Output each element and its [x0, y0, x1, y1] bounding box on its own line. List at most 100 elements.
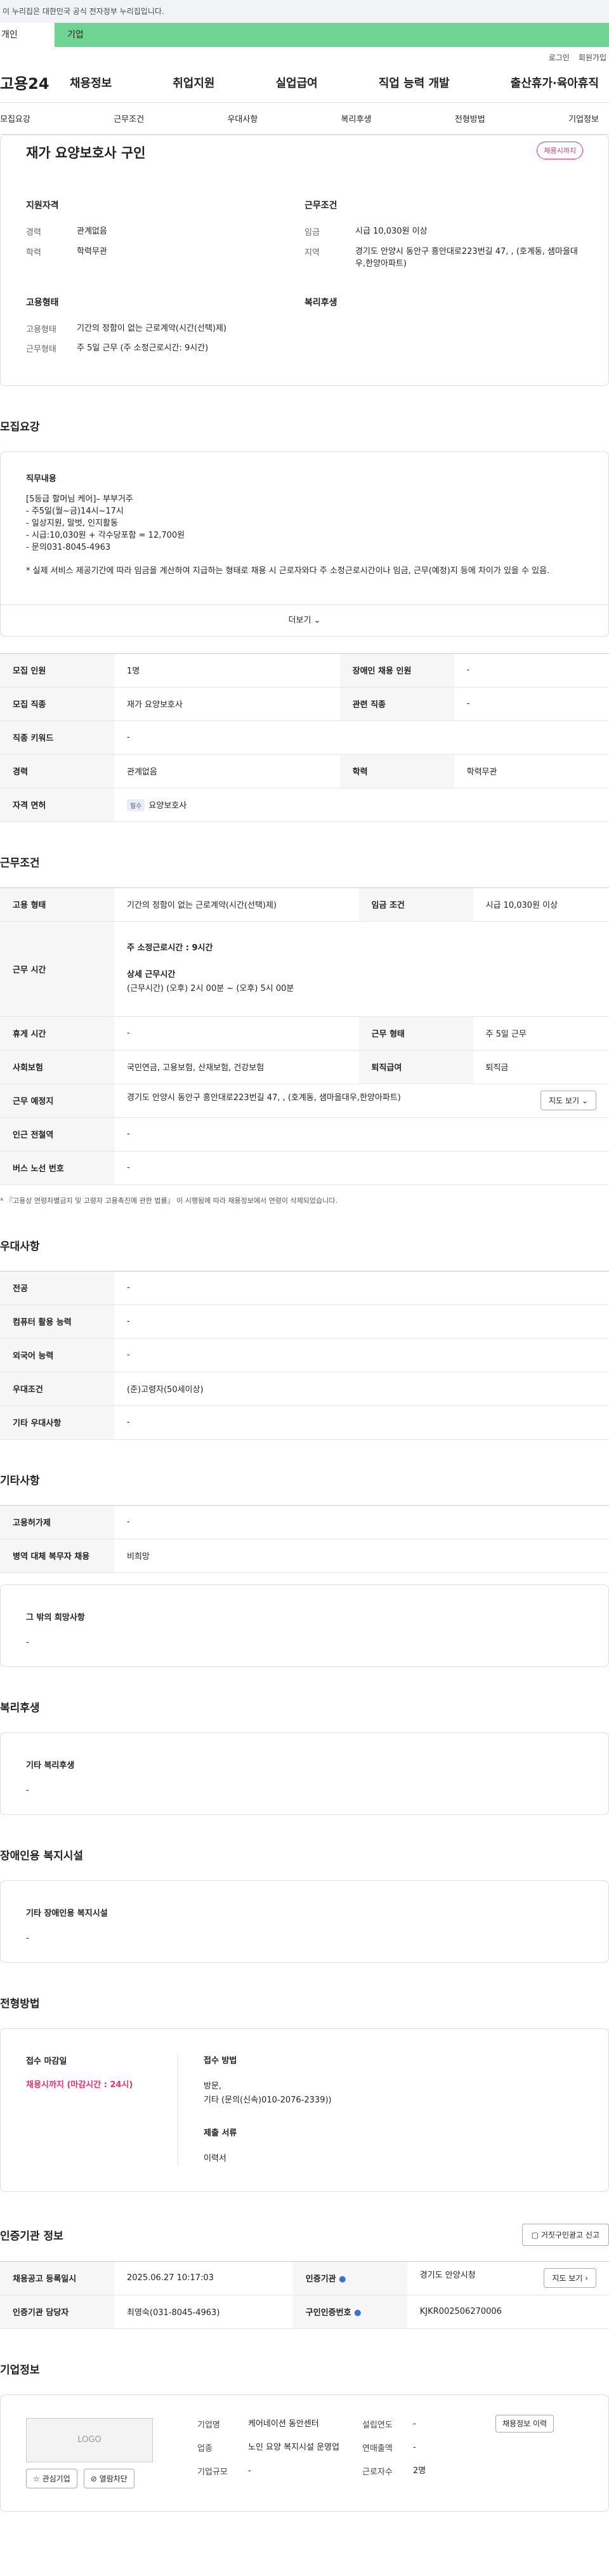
sales-label: 연매출액: [362, 2443, 393, 2453]
biz-label: 업종: [197, 2443, 213, 2453]
table-row: 버스 노선 번호 -: [0, 1151, 609, 1185]
table-row: 컴퓨터 활용 능력 -: [0, 1305, 609, 1339]
method-value: 기타 (문의(신속)010-2076-2339)): [204, 2095, 332, 2105]
table-cell: 사회보험: [0, 1050, 114, 1084]
license-value: 요양보호사: [148, 800, 187, 811]
info-icon[interactable]: ●: [339, 2274, 346, 2284]
anchor-welfare[interactable]: 복리후생: [341, 112, 372, 124]
selection-box: 접수 마감일 채용시까지 (마감시간 : 24시) 접수 방법 방문, 기타 (…: [0, 2028, 609, 2192]
agency-map-button[interactable]: 지도 보기 ›: [544, 2268, 596, 2288]
table-cell: 경기도 안양시청 지도 보기 ›: [407, 2261, 609, 2295]
biz-value: 노인 요양 복지시설 운영업: [248, 2442, 339, 2452]
table-cell: 우대조건: [0, 1372, 114, 1406]
method-heading: 접수 방법: [204, 2055, 237, 2066]
table-cell: 국민연금, 고용보험, 산재보험, 건강보험: [114, 1050, 359, 1084]
job-desc-line: - 일상지원, 말벗, 인지활동: [26, 519, 118, 529]
table-cell: 주 5일 근무: [473, 1016, 609, 1051]
table-row: 외국어 능력 -: [0, 1338, 609, 1372]
report-button-label: 거짓구인광고 신고: [540, 2230, 599, 2240]
disabled-title: 장애인용 복지시설: [0, 1849, 84, 1862]
login-link[interactable]: 로그인: [549, 52, 570, 62]
signup-link[interactable]: 회원가입: [579, 52, 606, 62]
anchor-conditions[interactable]: 근무조건: [114, 112, 144, 124]
block-icon: ⊘: [90, 2474, 97, 2483]
company-box: LOGO ☆ 관심기업 ⊘ 열람차단 기업명 케어네이션 동안센터 업종 노인 요양…: [0, 2394, 609, 2512]
table-cell: 기간의 정함이 없는 근로계약(시간(선택)제): [114, 887, 359, 922]
gnb-parental-leave[interactable]: 출산휴가·육아휴직: [511, 74, 599, 91]
company-logo: LOGO: [26, 2417, 153, 2462]
edu-label: 학력: [26, 248, 41, 258]
site-logo[interactable]: 고용24: [0, 71, 70, 93]
recruit-title: 모집요강: [0, 420, 40, 434]
favorite-label: 관심기업: [42, 2474, 70, 2483]
anchor-selection[interactable]: 전형방법: [455, 112, 485, 124]
other-wishes-heading: 그 밖의 희망사항: [26, 1612, 85, 1623]
chevron-down-icon: ⌄: [581, 1096, 588, 1105]
table-cell: 필수 요양보호사: [114, 788, 609, 822]
map-button-label: 지도 보기: [549, 1096, 580, 1105]
tab-company[interactable]: 기업: [55, 23, 609, 47]
tab-personal[interactable]: 개인: [0, 23, 55, 47]
table-cell: 재가 요양보호사: [114, 687, 340, 721]
map-button[interactable]: 지도 보기 ⌄: [540, 1091, 596, 1110]
job-title: 재가 요양보호사 구인: [26, 145, 146, 161]
more-label: 더보기: [288, 615, 311, 625]
block-label: 열람차단: [99, 2474, 128, 2483]
other-wishes-value: -: [26, 1637, 29, 1647]
status-badge: 채용시까지: [537, 142, 583, 159]
table-cell: -: [114, 1338, 609, 1372]
anchor-recruit[interactable]: 모집요강: [0, 112, 30, 124]
required-chip: 필수: [127, 799, 145, 811]
work-heading: 근무조건: [304, 201, 337, 211]
emp-value: 2명: [413, 2466, 426, 2476]
favorite-company-button[interactable]: ☆ 관심기업: [26, 2468, 77, 2488]
found-value: -: [413, 2419, 416, 2429]
block-view-button[interactable]: ⊘ 열람차단: [83, 2468, 134, 2488]
gnb-unemployment-benefit[interactable]: 실업급여: [276, 74, 318, 91]
gnb-employment-support[interactable]: 취업지원: [173, 74, 214, 91]
weekly-hours: 주 소정근로시간 : 9시간: [127, 943, 213, 953]
info-icon[interactable]: ●: [354, 2308, 361, 2318]
method-value: 방문,: [204, 2081, 222, 2091]
welfare-value: -: [26, 1785, 29, 1795]
table-row: 기타 우대사항 -: [0, 1405, 609, 1440]
etc-table: 고용허가제 - 병역 대체 복무자 채용 비희망: [0, 1504, 609, 1573]
table-cell: 근무 시간: [0, 921, 114, 1017]
company-name-label: 기업명: [197, 2420, 220, 2430]
report-fake-ad-button[interactable]: ▢ 거짓구인광고 신고: [521, 2223, 609, 2246]
table-cell: -: [114, 1305, 609, 1339]
agency-table: 채용공고 등록일시 2025.06.27 10:17:03 인증기관 ● 경기도…: [0, 2261, 609, 2329]
table-row: 휴게 시간 - 근무 형태 주 5일 근무: [0, 1016, 609, 1051]
document-icon: ▢: [531, 2230, 539, 2240]
table-cell: 고용허가제: [0, 1504, 114, 1539]
table-cell: (준)고령자(50세이상): [114, 1372, 609, 1406]
job-summary-card: 재가 요양보호사 구인 채용시까지 지원자격 경력 관계없음 학력 학력무관 근무조…: [0, 135, 609, 386]
more-button[interactable]: 더보기 ⌄: [1, 604, 608, 636]
job-history-button[interactable]: 채용정보 이력: [495, 2414, 554, 2433]
table-row: 직종 키워드 -: [0, 720, 609, 755]
table-cell: 근무 예정지: [0, 1084, 114, 1118]
table-cell: -: [454, 653, 609, 687]
table-row: 인근 전철역 -: [0, 1117, 609, 1152]
table-cell: -: [114, 1117, 609, 1152]
deadline-value: 채용시까지 (마감시간 : 24시): [26, 2080, 133, 2090]
code-label: 구인인증번호: [305, 2308, 351, 2318]
star-icon: ☆: [33, 2474, 40, 2483]
job-desc-line: - 주5일(월~금)14시~17시: [26, 507, 124, 517]
anchor-company[interactable]: 기업정보: [568, 112, 599, 124]
table-cell: 학력: [339, 754, 454, 788]
job-desc-line: * 실제 서비스 제공기간에 따라 임금을 계산하여 지급하는 형태로 채용 시…: [26, 566, 550, 576]
docs-value: 이력서: [204, 2153, 226, 2163]
table-cell: 인증기관 ●: [292, 2261, 407, 2295]
table-cell: 비희망: [114, 1539, 609, 1573]
job-desc-heading: 직무내용: [26, 474, 56, 484]
table-cell: 임금 조건: [358, 887, 473, 922]
gnb-vocational-training[interactable]: 직업 능력 개발: [379, 74, 450, 91]
anchor-preference[interactable]: 우대사항: [227, 112, 258, 124]
job-desc-box: 직무내용 [5등급 할머님 케어]– 부부거주 - 주5일(월~금)14시~17…: [0, 451, 609, 637]
gnb-job-info[interactable]: 채용정보: [70, 74, 112, 91]
util-menu: 로그인 회원가입: [0, 47, 609, 62]
table-cell: 휴게 시간: [0, 1016, 114, 1051]
welfare-heading: 복리후생: [304, 297, 337, 308]
place-value: 경기도 안양시 동안구 흥안대로223번길 47, , (호계동, 샘마을대우,…: [127, 1093, 401, 1103]
